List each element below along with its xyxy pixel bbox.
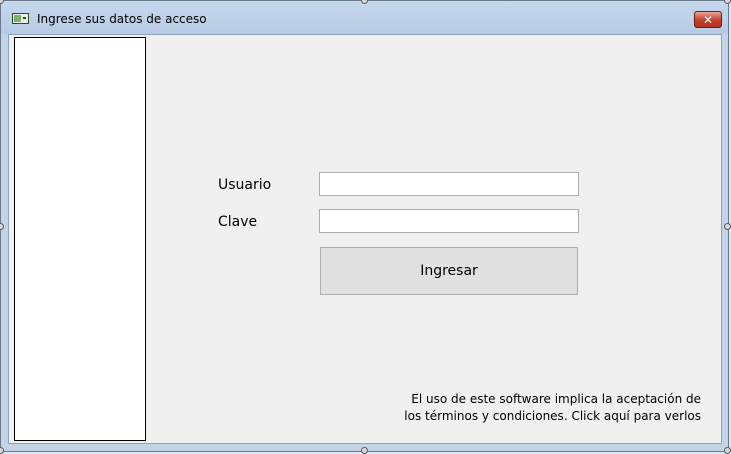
password-label: Clave <box>218 214 258 230</box>
terms-link[interactable]: El uso de este software implica la acept… <box>381 391 701 425</box>
close-icon: ✕ <box>702 12 714 27</box>
window-title: Ingrese sus datos de acceso <box>37 12 207 26</box>
user-input[interactable] <box>319 172 579 196</box>
logo-panel <box>14 37 146 441</box>
resize-handle-bottom-left[interactable] <box>0 447 4 454</box>
terms-text-line-2: los términos y condiciones. Click aquí p… <box>404 409 701 423</box>
app-window-icon <box>12 13 29 24</box>
resize-handle-top-right[interactable] <box>724 0 731 4</box>
resize-handle-bottom[interactable] <box>361 447 368 454</box>
login-button[interactable]: Ingresar <box>320 247 578 295</box>
password-input[interactable] <box>319 209 579 233</box>
user-label: Usuario <box>218 177 272 193</box>
client-area: Usuario Clave Ingresar El uso de este so… <box>8 34 722 444</box>
terms-text-line-1: El uso de este software implica la acept… <box>411 392 701 406</box>
close-button[interactable]: ✕ <box>694 11 722 28</box>
resize-handle-right[interactable] <box>724 223 731 230</box>
login-window: Ingrese sus datos de acceso ✕ Usuario Cl… <box>0 0 729 452</box>
title-bar[interactable]: Ingrese sus datos de acceso ✕ <box>1 1 728 34</box>
resize-handle-bottom-right[interactable] <box>724 447 731 454</box>
